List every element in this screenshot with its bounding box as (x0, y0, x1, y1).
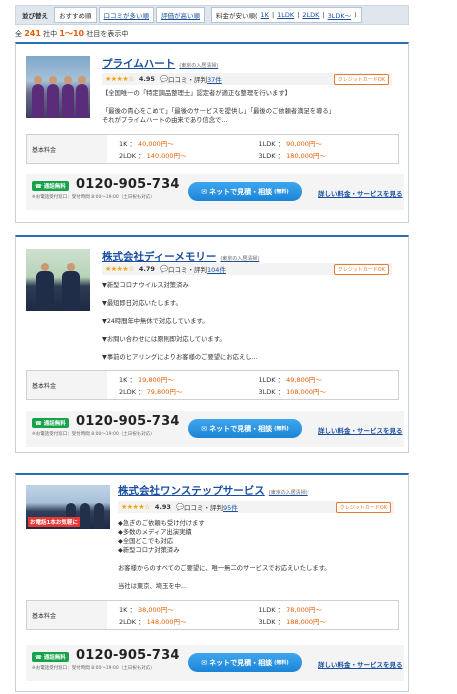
speech-bubble-icon: 💬 (159, 265, 169, 273)
web-estimate-button[interactable]: ✉ ネットで見積・相談 (無料) (188, 653, 302, 672)
web-estimate-button[interactable]: ✉ ネットで見積・相談 (無料) (188, 419, 302, 438)
company-photo (26, 249, 90, 311)
company-card: プライムハート (東京の入居清掃) ★★★★☆ 4.95 💬 口コミ・評判 37件… (15, 42, 409, 223)
price-1k: 1K ： 38,000円〜 (119, 606, 174, 614)
price-label: 基本料金 (27, 371, 107, 399)
total-count: 241 (24, 29, 41, 38)
company-area: (東京の入居清掃) (179, 63, 219, 69)
price-table: 基本料金 1K ： 38,000円〜 1LDK ： 78,000円〜 2LDK … (26, 600, 399, 630)
detail-link[interactable]: 詳しい料金・サービスを見る (318, 425, 403, 435)
price-2ldk: 2LDK ： 79,800円〜 (119, 388, 183, 396)
call-hours: ※お電話受付窓口：受付時間 8:00〜19:00（土日祝も対応） (32, 666, 155, 671)
rating-bar: ★★★★☆ 4.93 💬 口コミ・評判 95件 クレジットカードOK (118, 501, 394, 513)
credit-card-badge: クレジットカードOK (333, 263, 389, 275)
credit-card-badge: クレジットカードOK (335, 501, 391, 513)
sort-tab-reviews[interactable]: 口コミが多い順 (98, 7, 154, 23)
detail-link[interactable]: 詳しい料金・サービスを見る (318, 188, 403, 198)
sort-price-group: 料金が安い順( 1K | 1LDK | 2LDK | 3LDK〜 ) (211, 7, 362, 23)
sort-price-2ldk[interactable]: 2LDK (302, 11, 319, 19)
sort-price-label: 料金が安い順( (216, 12, 258, 20)
credit-card-badge: クレジットカードOK (333, 73, 389, 85)
contact-bar: ☎ 通話無料 0120-905-734 ※お電話受付窓口：受付時間 8:00〜1… (26, 411, 404, 447)
review-label: 口コミ・評判 (168, 266, 208, 274)
price-table: 基本料金 1K ： 19,800円〜 1LDK ： 49,800円〜 2LDK … (26, 370, 399, 400)
free-call-badge: ☎ 通話無料 (32, 652, 69, 662)
detail-link[interactable]: 詳しい料金・サービスを見る (318, 659, 403, 669)
price-3ldk: 3LDK ： 180,000円〜 (258, 152, 327, 160)
phone-number[interactable]: 0120-905-734 (76, 648, 180, 663)
phone-number[interactable]: 0120-905-734 (76, 414, 180, 429)
sort-price-1k[interactable]: 1K (261, 11, 269, 19)
price-label: 基本料金 (27, 135, 107, 163)
result-count: 全 241 社中 1〜10 社目を表示中 (15, 29, 129, 38)
company-description: 【全国唯一の「特定調品整理士」認定者が適正な整理を行います】 「最後の貴心をこめ… (102, 90, 335, 124)
price-1ldk: 1LDK ： 90,000円〜 (258, 140, 322, 148)
review-count-link[interactable]: 37件 (207, 74, 222, 84)
speech-bubble-icon: 💬 (175, 503, 185, 511)
star-rating-icon: ★★★★☆ (105, 75, 134, 83)
price-1ldk: 1LDK ： 49,800円〜 (258, 376, 322, 384)
price-table: 基本料金 1K ： 40,000円〜 1LDK ： 90,000円〜 2LDK … (26, 134, 399, 164)
call-hours: ※お電話受付窓口：受付時間 8:00〜19:00（土日祝も対応） (32, 432, 155, 437)
company-photo (26, 56, 90, 118)
price-2ldk: 2LDK ： 140,000円〜 (119, 152, 187, 160)
contact-bar: ☎ 通話無料 0120-905-734 ※お電話受付窓口：受付時間 8:00〜1… (26, 645, 404, 681)
sort-label: 並び替え (22, 12, 48, 20)
speech-bubble-icon: 💬 (159, 75, 169, 83)
company-name-link[interactable]: 株式会社ワンステップサービス (東京の入居清掃) (118, 483, 308, 498)
free-call-badge: ☎ 通話無料 (32, 418, 69, 428)
company-area: (東京の入居清掃) (268, 490, 308, 496)
price-label: 基本料金 (27, 601, 107, 629)
sort-tab-rating[interactable]: 評価が高い順 (156, 7, 205, 23)
price-3ldk: 3LDK ： 108,000円〜 (258, 388, 327, 396)
sort-price-3ldk[interactable]: 3LDK〜 (328, 10, 352, 20)
review-count-link[interactable]: 104件 (207, 264, 226, 274)
review-label: 口コミ・評判 (184, 504, 224, 512)
sort-bar: 並び替え おすすめ順 口コミが多い順 評価が高い順 料金が安い順( 1K | 1L… (15, 5, 409, 25)
price-2ldk: 2LDK ： 148,000円〜 (119, 618, 187, 626)
contact-bar: ☎ 通話無料 0120-905-734 ※お電話受付窓口：受付時間 8:00〜1… (26, 174, 404, 210)
company-name-link[interactable]: プライムハート (東京の入居清掃) (102, 56, 218, 71)
company-description: ◆急ぎのご依頼も受け付けます ◆多数のメディア出演実績 ◆全国どこでも対応 ◆新… (118, 520, 331, 590)
company-name-link[interactable]: 株式会社ディーメモリー (東京の入居清掃) (102, 249, 259, 264)
rating-score: 4.93 (154, 503, 171, 511)
photo-caption: お電話1本お気軽に (28, 517, 80, 527)
sort-price-close: ) (354, 11, 357, 19)
rating-score: 4.95 (138, 75, 155, 83)
review-label: 口コミ・評判 (168, 76, 208, 84)
price-1k: 1K ： 40,000円〜 (119, 140, 174, 148)
display-range: 1〜10 (59, 29, 85, 38)
price-3ldk: 3LDK ： 188,000円〜 (258, 618, 327, 626)
sort-price-1ldk[interactable]: 1LDK (277, 11, 294, 19)
rating-score: 4.79 (138, 265, 155, 273)
price-1k: 1K ： 19,800円〜 (119, 376, 174, 384)
sort-tab-recommended[interactable]: おすすめ順 (54, 7, 97, 23)
company-card: 株式会社ディーメモリー (東京の入居清掃) ★★★★☆ 4.79 💬 口コミ・評判… (15, 235, 409, 453)
mail-icon: ✉ (201, 187, 208, 196)
company-card: お電話1本お気軽に 株式会社ワンステップサービス (東京の入居清掃) ★★★★☆ … (15, 473, 409, 692)
rating-bar: ★★★★☆ 4.79 💬 口コミ・評判 104件 クレジットカードOK (102, 263, 392, 275)
rating-bar: ★★★★☆ 4.95 💬 口コミ・評判 37件 クレジットカードOK (102, 73, 392, 85)
mail-icon: ✉ (201, 658, 208, 667)
price-1ldk: 1LDK ： 78,000円〜 (258, 606, 322, 614)
call-hours: ※お電話受付窓口：受付時間 8:00〜19:00（土日祝も対応） (32, 195, 155, 200)
free-call-badge: ☎ 通話無料 (32, 181, 69, 191)
company-photo: お電話1本お気軽に (26, 485, 110, 529)
star-rating-icon: ★★★★☆ (121, 503, 150, 511)
web-estimate-button[interactable]: ✉ ネットで見積・相談 (無料) (188, 182, 302, 201)
star-rating-icon: ★★★★☆ (105, 265, 134, 273)
company-area: (東京の入居清掃) (220, 256, 260, 262)
phone-number[interactable]: 0120-905-734 (76, 177, 180, 192)
mail-icon: ✉ (201, 424, 208, 433)
company-description: ▼新型コロナウイルス対策済み ▼最短即日対応いたします。 ▼24時間年中無休で対… (102, 282, 258, 361)
review-count-link[interactable]: 95件 (223, 502, 238, 512)
